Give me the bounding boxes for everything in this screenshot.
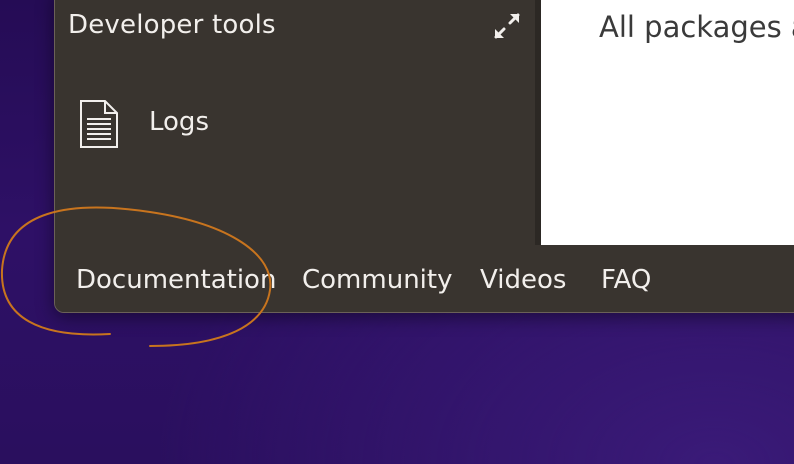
document-icon	[80, 100, 118, 148]
sidebar-item-logs[interactable]: Logs	[77, 99, 317, 151]
logs-label: Logs	[149, 107, 209, 137]
app-window: Developer tools Logs All packages a Docu…	[54, 0, 794, 313]
content-panel: All packages a	[535, 0, 794, 245]
developer-tools-panel: Developer tools Logs	[55, 0, 535, 245]
footer-links: Documentation Community Videos FAQ	[55, 245, 794, 312]
community-link[interactable]: Community	[302, 265, 452, 295]
videos-link[interactable]: Videos	[480, 265, 566, 295]
content-title: All packages a	[599, 10, 794, 44]
expand-arrows-icon[interactable]	[491, 10, 523, 42]
faq-link[interactable]: FAQ	[601, 265, 651, 295]
panel-title: Developer tools	[68, 10, 276, 40]
documentation-link[interactable]: Documentation	[76, 265, 276, 295]
